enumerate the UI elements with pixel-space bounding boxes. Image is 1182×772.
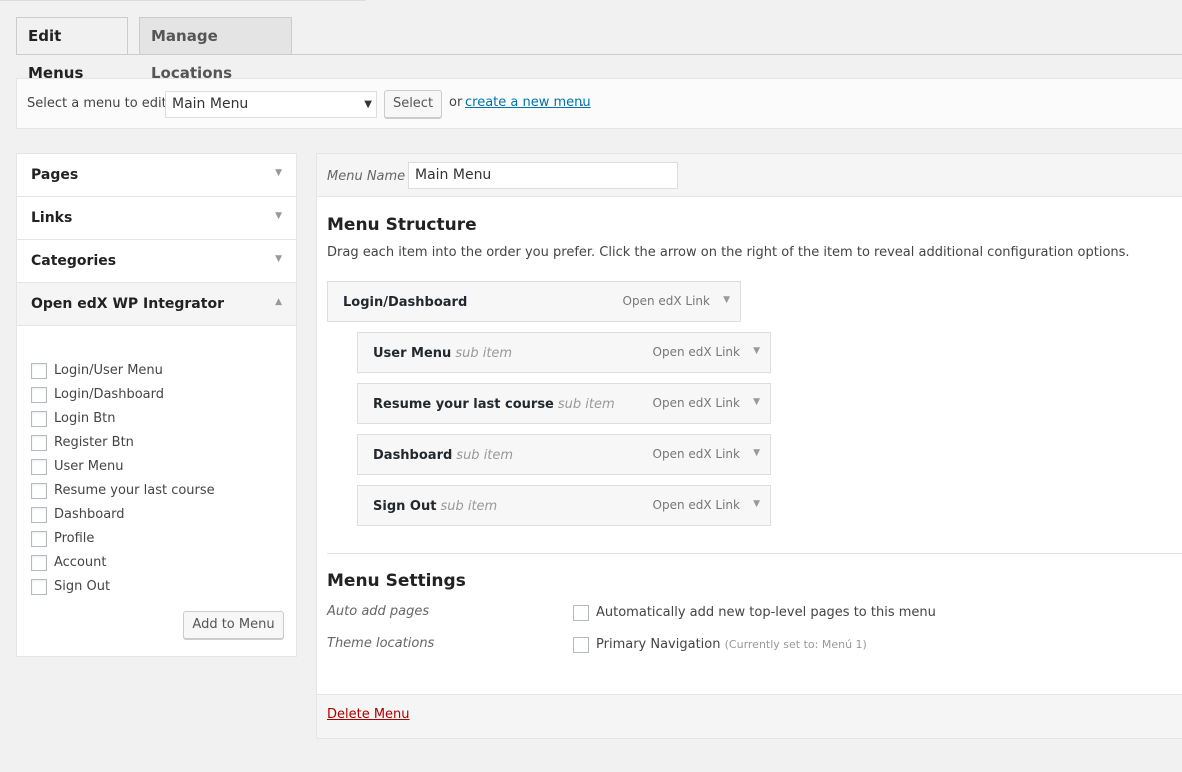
section-title: Open edX WP Integrator (31, 296, 224, 312)
checkbox-label: Login/Dashboard (54, 387, 164, 402)
menu-item-type: Open edX Link (652, 345, 740, 359)
sub-item-tag: sub item (440, 499, 498, 514)
menu-select-dropdown[interactable]: Main Menu ▼ (165, 91, 377, 118)
tabs-underline (16, 54, 1182, 55)
menu-item-title: Resume your last course sub item (373, 397, 615, 412)
checkbox[interactable] (31, 507, 47, 523)
auto-add-pages-text: Automatically add new top-level pages to… (596, 605, 936, 620)
add-to-menu-button[interactable]: Add to Menu (183, 611, 284, 639)
accordion-section-pages[interactable]: Pages ▼ (17, 154, 296, 197)
section-divider (327, 553, 1182, 554)
caret-down-icon[interactable]: ▼ (753, 346, 760, 356)
primary-navigation-checkbox[interactable] (573, 637, 589, 653)
checkbox[interactable] (31, 555, 47, 571)
menu-item-user-menu[interactable]: User Menu sub item Open edX Link ▼ (357, 332, 771, 373)
menu-select-value: Main Menu (172, 96, 249, 112)
caret-up-icon[interactable]: ▲ (275, 297, 282, 307)
section-title: Categories (31, 253, 117, 269)
sub-item-tag: sub item (557, 397, 615, 412)
sub-item-tag: sub item (455, 346, 513, 361)
currently-set-note: (Currently set to: Menú 1) (724, 638, 867, 651)
checkbox[interactable] (31, 387, 47, 403)
caret-down-icon[interactable]: ▼ (275, 254, 282, 264)
checkbox-label: Profile (54, 531, 95, 546)
menu-item-title: User Menu sub item (373, 346, 513, 361)
or-text: or (449, 95, 463, 110)
checkbox-label: Resume your last course (54, 483, 215, 498)
caret-down-icon[interactable]: ▼ (753, 448, 760, 458)
menu-item-sign-out[interactable]: Sign Out sub item Open edX Link ▼ (357, 485, 771, 526)
create-new-menu-link[interactable]: create a new menu (465, 95, 591, 110)
menu-name-header: Menu Name Main Menu (317, 154, 1182, 197)
top-divider (0, 0, 366, 1)
checkbox-label: Account (54, 555, 107, 570)
checkbox[interactable] (31, 531, 47, 547)
section-title: Pages (31, 167, 79, 183)
menu-structure-heading: Menu Structure (327, 215, 477, 235)
checkbox[interactable] (31, 579, 47, 595)
select-button[interactable]: Select (384, 90, 442, 118)
auto-add-pages-label: Auto add pages (327, 604, 430, 619)
menu-name-label: Menu Name (327, 169, 406, 184)
menu-footer: Delete Menu (317, 694, 1182, 738)
checkbox-label: Sign Out (54, 579, 111, 594)
checkbox[interactable] (31, 483, 47, 499)
caret-down-icon[interactable]: ▼ (753, 397, 760, 407)
menu-item-title: Login/Dashboard (343, 295, 468, 310)
theme-locations-label: Theme locations (327, 636, 435, 651)
menu-item-dashboard[interactable]: Dashboard sub item Open edX Link ▼ (357, 434, 771, 475)
auto-add-pages-checkbox[interactable] (573, 605, 589, 621)
caret-down-icon[interactable]: ▼ (753, 499, 760, 509)
accordion-section-openedx[interactable]: Open edX WP Integrator ▲ (17, 283, 296, 326)
menu-item-type: Open edX Link (652, 498, 740, 512)
manage-menus-bar: Select a menu to edit: Main Menu ▼ Selec… (16, 78, 1182, 129)
tab-edit-menus[interactable]: Edit Menus (16, 17, 128, 82)
checkbox-label: User Menu (54, 459, 124, 474)
sub-item-tag: sub item (456, 448, 514, 463)
caret-down-icon[interactable]: ▼ (723, 295, 730, 305)
checkbox-label: Register Btn (54, 435, 134, 450)
select-menu-label: Select a menu to edit: (27, 96, 172, 111)
caret-down-icon[interactable]: ▼ (275, 211, 282, 221)
menu-edit-panel: Menu Name Main Menu Menu Structure Drag … (316, 153, 1182, 739)
menu-settings-heading: Menu Settings (327, 571, 466, 591)
tab-manage-locations[interactable]: Manage Locations (139, 17, 292, 82)
checkbox-label: Login/User Menu (54, 363, 163, 378)
delete-menu-link[interactable]: Delete Menu (327, 707, 410, 722)
primary-navigation-text: Primary Navigation (Currently set to: Me… (596, 637, 867, 652)
menu-name-input[interactable]: Main Menu (408, 162, 678, 189)
menu-item-title: Sign Out sub item (373, 499, 498, 514)
checkbox[interactable] (31, 459, 47, 475)
period-text: . (580, 95, 585, 110)
checkbox[interactable] (31, 363, 47, 379)
add-menu-items-accordion: Pages ▼ Links ▼ Categories ▼ Open edX WP… (16, 153, 297, 657)
section-title: Links (31, 210, 73, 226)
checkbox-label: Dashboard (54, 507, 125, 522)
accordion-section-categories[interactable]: Categories ▼ (17, 240, 296, 283)
checkbox[interactable] (31, 411, 47, 427)
menu-item-type: Open edX Link (622, 294, 710, 308)
checkbox[interactable] (31, 435, 47, 451)
menu-structure-description: Drag each item into the order you prefer… (327, 245, 1130, 260)
caret-down-icon[interactable]: ▼ (275, 168, 282, 178)
menu-item-type: Open edX Link (652, 447, 740, 461)
accordion-section-links[interactable]: Links ▼ (17, 197, 296, 240)
menu-item-login-dashboard[interactable]: Login/Dashboard Open edX Link ▼ (327, 281, 741, 322)
menu-item-resume-course[interactable]: Resume your last course sub item Open edX… (357, 383, 771, 424)
checkbox-label: Login Btn (54, 411, 116, 426)
dropdown-arrow-icon: ▼ (364, 99, 372, 110)
menu-item-title: Dashboard sub item (373, 448, 514, 463)
menu-item-type: Open edX Link (652, 396, 740, 410)
